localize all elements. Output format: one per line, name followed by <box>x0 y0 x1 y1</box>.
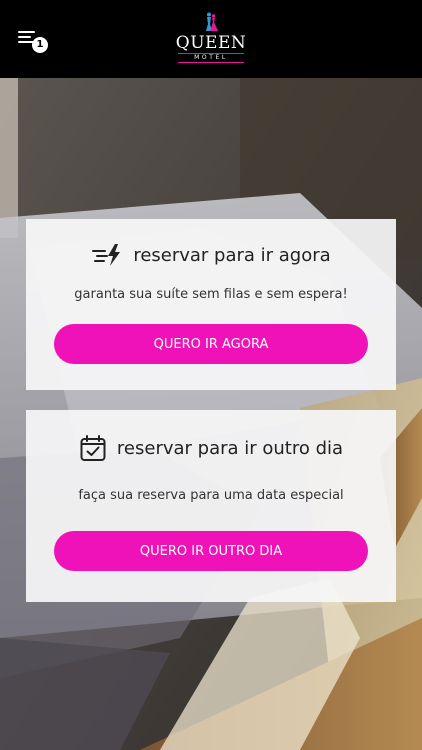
reserve-later-card: reservar para ir outro dia faça sua rese… <box>26 410 396 602</box>
reserve-now-description: garanta sua suíte sem filas e sem espera… <box>74 287 348 302</box>
reserve-now-header: reservar para ir agora <box>26 243 396 267</box>
reserve-now-title: reservar para ir agora <box>133 244 331 266</box>
reserve-now-card: reservar para ir agora garanta sua suíte… <box>26 219 396 390</box>
menu-button[interactable]: 1 <box>18 31 50 55</box>
calendar-check-icon <box>80 435 106 461</box>
reserve-later-description: faça sua reserva para uma data especial <box>78 488 344 503</box>
reserve-later-header: reservar para ir outro dia <box>26 434 396 462</box>
logo-subtitle: MOTEL <box>178 53 244 63</box>
logo-wordmark: QUEEN <box>175 33 247 53</box>
queen-motel-logo: QUEEN MOTEL <box>161 12 261 64</box>
go-another-day-button[interactable]: QUERO IR OUTRO DIA <box>54 531 368 571</box>
fast-forward-lightning-icon <box>92 244 121 266</box>
top-bar: 1 QUEEN MOTEL <box>0 0 422 78</box>
go-now-button[interactable]: QUERO IR AGORA <box>54 324 368 364</box>
menu-icon <box>18 31 35 33</box>
reserve-later-title: reservar para ir outro dia <box>116 437 344 459</box>
menu-icon-line <box>18 36 31 38</box>
notification-badge: 1 <box>32 37 48 53</box>
couple-silhouette-icon <box>206 12 218 31</box>
